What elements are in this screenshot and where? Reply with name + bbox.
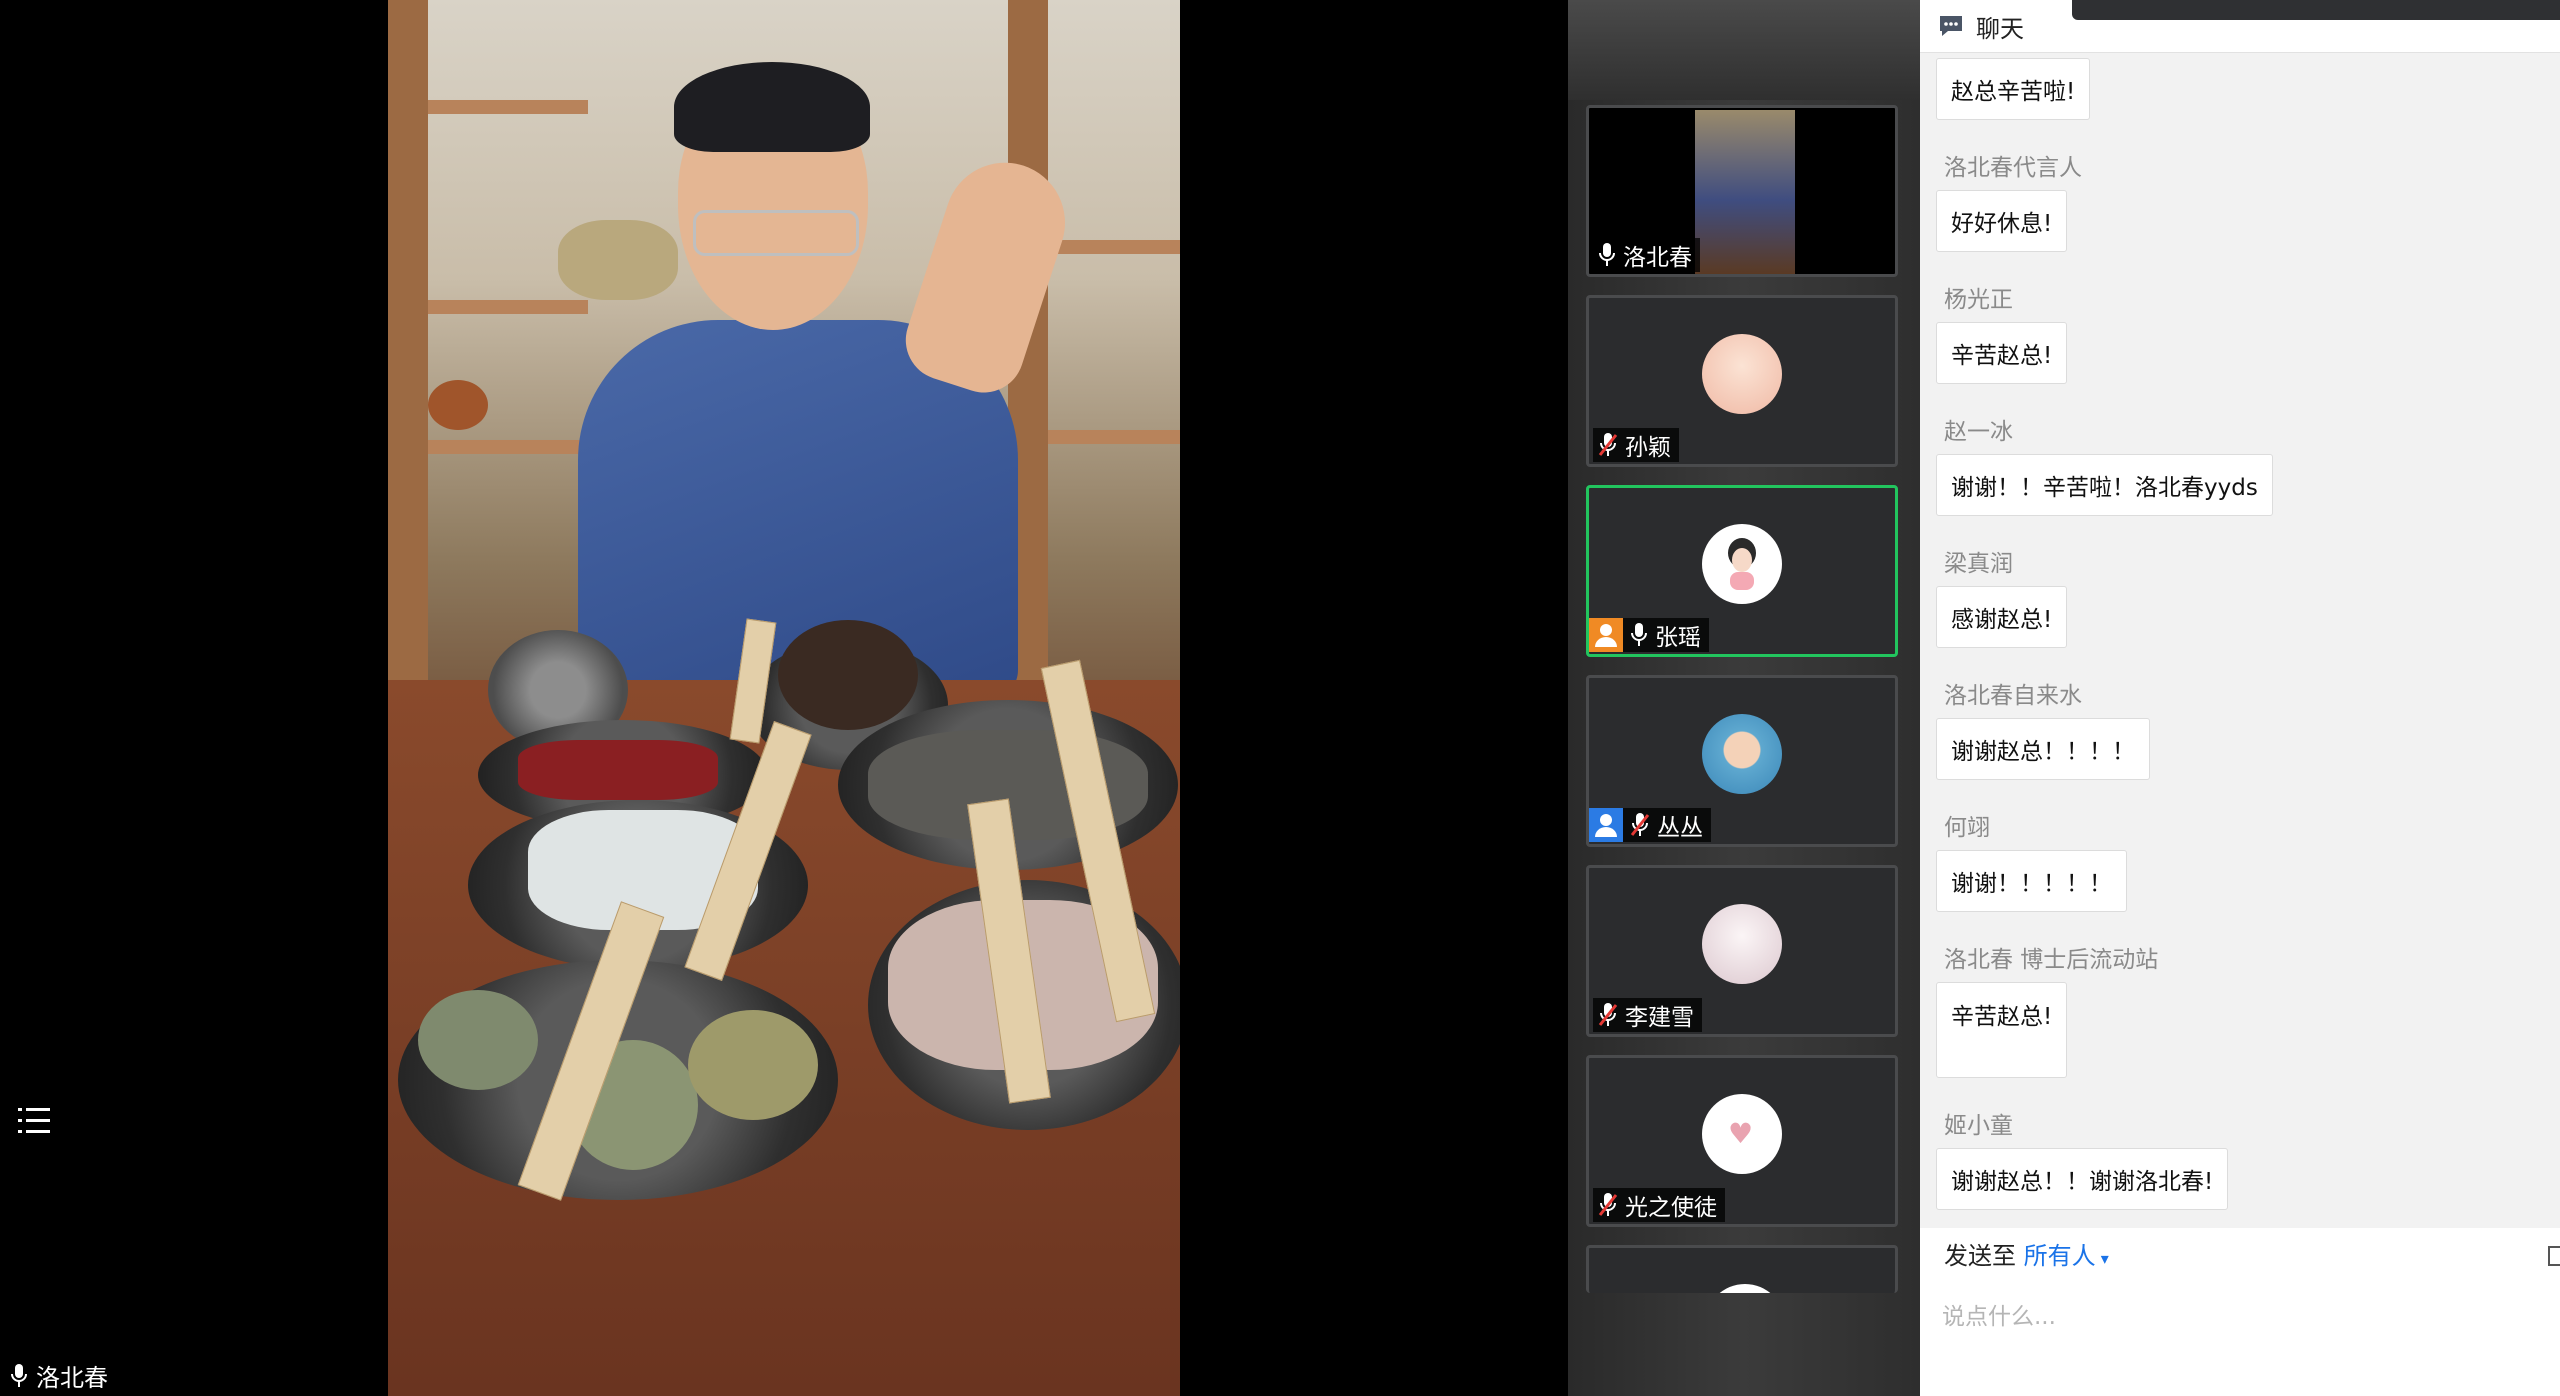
participant-name: 张瑶: [1655, 625, 1701, 651]
speaker-name: 洛北春: [36, 1364, 108, 1392]
message-bubble: 谢谢赵总！！谢谢洛北春!: [1936, 1148, 2229, 1210]
ornament-stone: [558, 220, 678, 300]
message-bubble: 辛苦赵总!: [1936, 322, 2068, 384]
window-controls-bar[interactable]: [2072, 0, 2560, 20]
participants-strip[interactable]: 洛北春 孙颖 张瑶 丛丛 李建雪 ♥ 光之使徒: [1568, 0, 1920, 1396]
message-sender: 姬小童: [1944, 1113, 2013, 1139]
green-stone: [688, 1010, 818, 1120]
person-icon: [1589, 808, 1623, 842]
green-stone: [418, 990, 538, 1090]
muted-microphone-icon: [1598, 1003, 1618, 1026]
muted-microphone-icon: [1598, 433, 1618, 456]
participant-name: 孙颖: [1625, 435, 1671, 461]
message-bubble: 谢谢赵总！！！！: [1936, 718, 2150, 780]
person-hair: [674, 62, 870, 152]
participant-name: 洛北春: [1623, 245, 1692, 271]
participant-tile-active[interactable]: 张瑶: [1586, 485, 1898, 657]
participant-label: 洛北春: [1593, 238, 1700, 272]
muted-microphone-icon: [1598, 1193, 1618, 1216]
chat-input[interactable]: [1940, 1290, 2544, 1344]
participant-tile[interactable]: 丛丛: [1586, 675, 1898, 847]
send-to-label: 发送至: [1944, 1242, 2016, 1270]
message-sender: 何翊: [1944, 815, 1990, 841]
participant-tile[interactable]: ♥ 光之使徒: [1586, 1055, 1898, 1227]
message-sender: 洛北春 博士后流动站: [1944, 947, 2159, 973]
message-bubble: 感谢赵总!: [1936, 586, 2068, 648]
microphone-icon: [1599, 243, 1615, 266]
participant-label: 光之使徒: [1593, 1188, 1725, 1222]
message-bubble: 谢谢！！！！！: [1936, 850, 2127, 912]
microphone-icon: [1631, 623, 1647, 646]
person-icon: [1589, 618, 1623, 652]
send-to-row: 发送至 所有人 ▾: [1944, 1236, 2109, 1271]
avatar: [1702, 334, 1782, 414]
caret-down-icon: ▾: [2095, 1249, 2109, 1268]
chat-title: 聊天: [1976, 14, 2024, 43]
dark-stone: [778, 620, 918, 730]
message-sender: 洛北春代言人: [1944, 155, 2082, 181]
speaker-video: [388, 0, 1180, 1396]
message-bubble: 赵总辛苦啦!: [1936, 58, 2091, 120]
shelf-left: [388, 0, 428, 680]
shelf-board: [428, 300, 588, 314]
message-sender: 赵一冰: [1944, 419, 2013, 445]
participant-tile-partial[interactable]: [1586, 1245, 1898, 1293]
shelf-board: [428, 100, 588, 114]
avatar: ♥: [1702, 1094, 1782, 1174]
participant-tile[interactable]: 孙颖: [1586, 295, 1898, 467]
chat-panel: 聊天 赵总辛苦啦! 洛北春代言人好好休息! 杨光正辛苦赵总! 赵一冰谢谢！！辛苦啦！洛…: [1920, 0, 2560, 1396]
participant-label: 张瑶: [1589, 618, 1709, 652]
participant-name: 光之使徒: [1625, 1195, 1717, 1221]
participant-tile[interactable]: 李建雪: [1586, 865, 1898, 1037]
avatar: [1702, 904, 1782, 984]
microphone-icon: [11, 1363, 27, 1387]
participant-name: 丛丛: [1657, 815, 1703, 841]
message-bubble: 辛苦赵总!: [1936, 982, 2068, 1078]
avatar: [1702, 524, 1782, 604]
participant-name: 李建雪: [1625, 1005, 1694, 1031]
avatar: [1702, 714, 1782, 794]
shelf-board: [1048, 430, 1180, 444]
heart-icon: ♥: [1728, 1117, 1754, 1150]
main-video-area: 洛北春: [0, 0, 1568, 1396]
participant-video-thumbnail: [1695, 110, 1795, 274]
ornament-stone: [428, 380, 488, 430]
avatar: [1705, 1284, 1785, 1293]
participant-label: 孙颖: [1593, 428, 1679, 462]
red-stones: [518, 740, 718, 800]
participant-tile[interactable]: 洛北春: [1586, 105, 1898, 277]
chat-icon: [1940, 16, 1962, 36]
participant-label: 李建雪: [1593, 998, 1702, 1032]
muted-microphone-icon: [1630, 813, 1650, 836]
strip-header: [1568, 0, 1920, 100]
message-bubble: 谢谢！！辛苦啦！洛北春yyds: [1936, 454, 2273, 516]
glasses: [693, 210, 859, 256]
message-bubble: 好好休息!: [1936, 190, 2068, 252]
waving-hand: [895, 147, 1081, 403]
shelf-board: [1048, 240, 1180, 254]
message-sender: 洛北春自来水: [1944, 683, 2082, 709]
shelf-board: [428, 440, 588, 454]
list-icon: [10, 1100, 58, 1142]
speaker-name-label: 洛北春: [10, 1358, 108, 1393]
message-sender: 梁真润: [1944, 551, 2013, 577]
list-menu-button[interactable]: [10, 1100, 58, 1142]
message-sender: 杨光正: [1944, 287, 2013, 313]
more-options-icon[interactable]: [2548, 1246, 2560, 1266]
send-target-dropdown[interactable]: 所有人 ▾: [2024, 1242, 2109, 1270]
participant-label: 丛丛: [1589, 808, 1711, 842]
